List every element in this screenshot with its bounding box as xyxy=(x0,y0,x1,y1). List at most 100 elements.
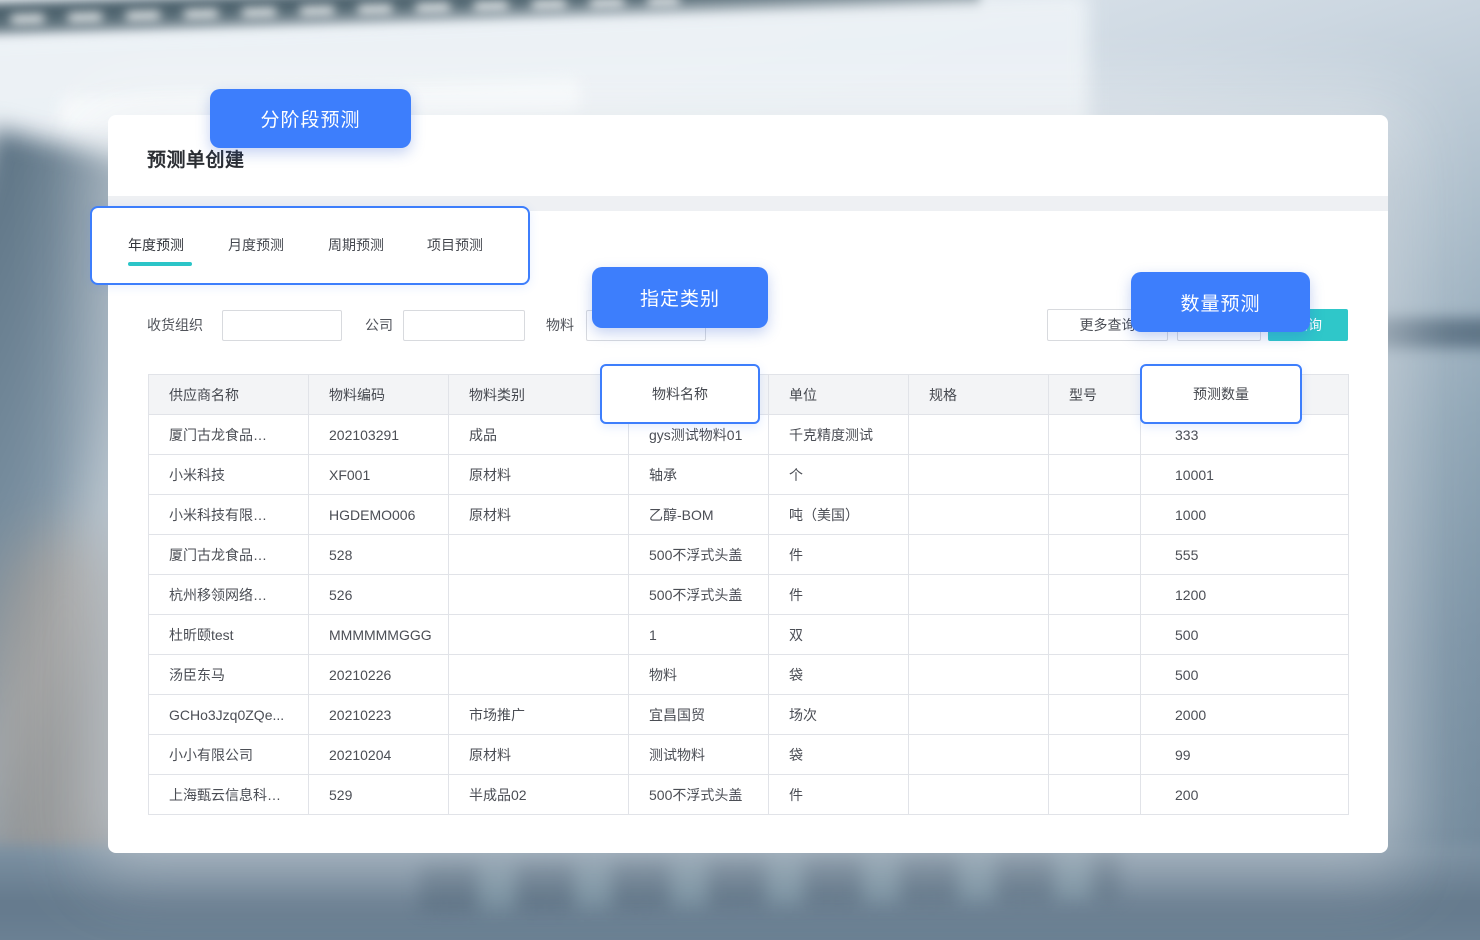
table-cell-spec xyxy=(909,775,1049,815)
table-cell-category: 半成品02 xyxy=(449,775,629,815)
table-row: 杭州移领网络…526 500不浮式头盖件 1200 xyxy=(149,575,1349,615)
table-cell-qty: 1000 xyxy=(1141,495,1349,535)
company-input[interactable] xyxy=(403,310,525,341)
table-cell-supplier: 上海甄云信息科… xyxy=(149,775,309,815)
material-label: 物料 xyxy=(546,310,574,341)
table-row: 汤臣东马20210226 物料袋 500 xyxy=(149,655,1349,695)
table-row: 小米科技XF001原材料轴承个 10001 xyxy=(149,455,1349,495)
active-tab-underline xyxy=(128,262,192,266)
table-cell-supplier: 小米科技 xyxy=(149,455,309,495)
table-cell-spec xyxy=(909,735,1049,775)
column-header: 规格 xyxy=(909,375,1049,415)
specify-category-badge: 指定类别 xyxy=(592,267,768,328)
table-cell-supplier: 杭州移领网络… xyxy=(149,575,309,615)
table-cell-category xyxy=(449,535,629,575)
tab-monthly-forecast[interactable]: 月度预测 xyxy=(228,235,284,255)
table-cell-code: 528 xyxy=(309,535,449,575)
quantity-forecast-badge: 数量预测 xyxy=(1131,272,1310,332)
table-cell-supplier: 小米科技有限… xyxy=(149,495,309,535)
table-cell-supplier: 小小有限公司 xyxy=(149,735,309,775)
table-cell-category: 市场推广 xyxy=(449,695,629,735)
table-cell-qty: 10001 xyxy=(1141,455,1349,495)
table-cell-qty: 500 xyxy=(1141,655,1349,695)
table-cell-model xyxy=(1049,455,1141,495)
table-cell-category: 原材料 xyxy=(449,735,629,775)
tab-annual-forecast[interactable]: 年度预测 xyxy=(128,235,184,255)
column-header: 物料编码 xyxy=(309,375,449,415)
table-cell-model xyxy=(1049,695,1141,735)
table-row: 上海甄云信息科…529半成品02500不浮式头盖件200 xyxy=(149,775,1349,815)
table-cell-qty: 2000 xyxy=(1141,695,1349,735)
table-cell-name: 乙醇-BOM xyxy=(629,495,769,535)
forecast-qty-column-callout: 预测数量 xyxy=(1140,364,1302,424)
table-cell-model xyxy=(1049,615,1141,655)
table-cell-unit: 千克精度测试 xyxy=(769,415,909,455)
phased-forecast-badge: 分阶段预测 xyxy=(210,89,411,148)
table-cell-name: 500不浮式头盖 xyxy=(629,535,769,575)
table-cell-code: HGDEMO006 xyxy=(309,495,449,535)
table-cell-model xyxy=(1049,775,1141,815)
table-cell-spec xyxy=(909,415,1049,455)
table-cell-spec xyxy=(909,615,1049,655)
table-cell-category: 原材料 xyxy=(449,495,629,535)
table-cell-model xyxy=(1049,415,1141,455)
page-title: 预测单创建 xyxy=(147,145,245,172)
table-cell-unit: 件 xyxy=(769,535,909,575)
table-cell-supplier: 杜昕颐test xyxy=(149,615,309,655)
table-cell-unit: 双 xyxy=(769,615,909,655)
table-cell-category: 原材料 xyxy=(449,455,629,495)
table-cell-name: 宜昌国贸 xyxy=(629,695,769,735)
table-cell-qty: 99 xyxy=(1141,735,1349,775)
forecast-panel: 预测单创建 年度预测 月度预测 周期预测 项目预测 收货组织 公司 物料 更多查… xyxy=(108,115,1388,853)
table-cell-spec xyxy=(909,535,1049,575)
table-cell-model xyxy=(1049,575,1141,615)
table-cell-unit: 件 xyxy=(769,575,909,615)
table-cell-supplier: 汤臣东马 xyxy=(149,655,309,695)
table-cell-category xyxy=(449,575,629,615)
table-row: 小米科技有限…HGDEMO006原材料乙醇-BOM吨（美国） 1000 xyxy=(149,495,1349,535)
table-cell-unit: 吨（美国） xyxy=(769,495,909,535)
table-cell-code: XF001 xyxy=(309,455,449,495)
table-cell-qty: 500 xyxy=(1141,615,1349,655)
table-cell-unit: 袋 xyxy=(769,655,909,695)
table-cell-qty: 1200 xyxy=(1141,575,1349,615)
table-cell-supplier: 厦门古龙食品… xyxy=(149,415,309,455)
table-cell-name: 500不浮式头盖 xyxy=(629,575,769,615)
table-cell-name: 轴承 xyxy=(629,455,769,495)
table-row: 杜昕颐testMMMMMMGGG1双500 xyxy=(149,615,1349,655)
table-cell-spec xyxy=(909,575,1049,615)
table-cell-model xyxy=(1049,535,1141,575)
table-cell-name: 物料 xyxy=(629,655,769,695)
table-cell-spec xyxy=(909,495,1049,535)
table-cell-unit: 袋 xyxy=(769,735,909,775)
column-header: 单位 xyxy=(769,375,909,415)
forecast-table: 供应商名称物料编码物料类别物料名称单位规格型号预测数量 厦门古龙食品…20210… xyxy=(148,374,1349,815)
table-cell-model xyxy=(1049,495,1141,535)
receiving-org-input[interactable] xyxy=(222,310,342,341)
material-name-column-callout: 物料名称 xyxy=(600,364,760,424)
table-cell-qty: 555 xyxy=(1141,535,1349,575)
company-label: 公司 xyxy=(365,310,393,341)
table-cell-category xyxy=(449,615,629,655)
table-cell-code: 20210223 xyxy=(309,695,449,735)
tab-project-forecast[interactable]: 项目预测 xyxy=(427,235,483,255)
table-cell-code: 526 xyxy=(309,575,449,615)
table-cell-unit: 场次 xyxy=(769,695,909,735)
table-row: GCHo3Jzq0ZQe...20210223市场推广宜昌国贸场次 2000 xyxy=(149,695,1349,735)
table-cell-code: 202103291 xyxy=(309,415,449,455)
table-row: 厦门古龙食品…528 500不浮式头盖件 555 xyxy=(149,535,1349,575)
table-cell-unit: 件 xyxy=(769,775,909,815)
table-cell-model xyxy=(1049,655,1141,695)
table-cell-code: 20210226 xyxy=(309,655,449,695)
table-cell-unit: 个 xyxy=(769,455,909,495)
table-cell-code: 529 xyxy=(309,775,449,815)
table-cell-model xyxy=(1049,735,1141,775)
table-row: 小小有限公司20210204原材料测试物料袋99 xyxy=(149,735,1349,775)
table-cell-supplier: 厦门古龙食品… xyxy=(149,535,309,575)
column-header: 供应商名称 xyxy=(149,375,309,415)
table-cell-code: 20210204 xyxy=(309,735,449,775)
tab-period-forecast[interactable]: 周期预测 xyxy=(328,235,384,255)
table-cell-spec xyxy=(909,455,1049,495)
table-cell-spec xyxy=(909,655,1049,695)
table-cell-supplier: GCHo3Jzq0ZQe... xyxy=(149,695,309,735)
